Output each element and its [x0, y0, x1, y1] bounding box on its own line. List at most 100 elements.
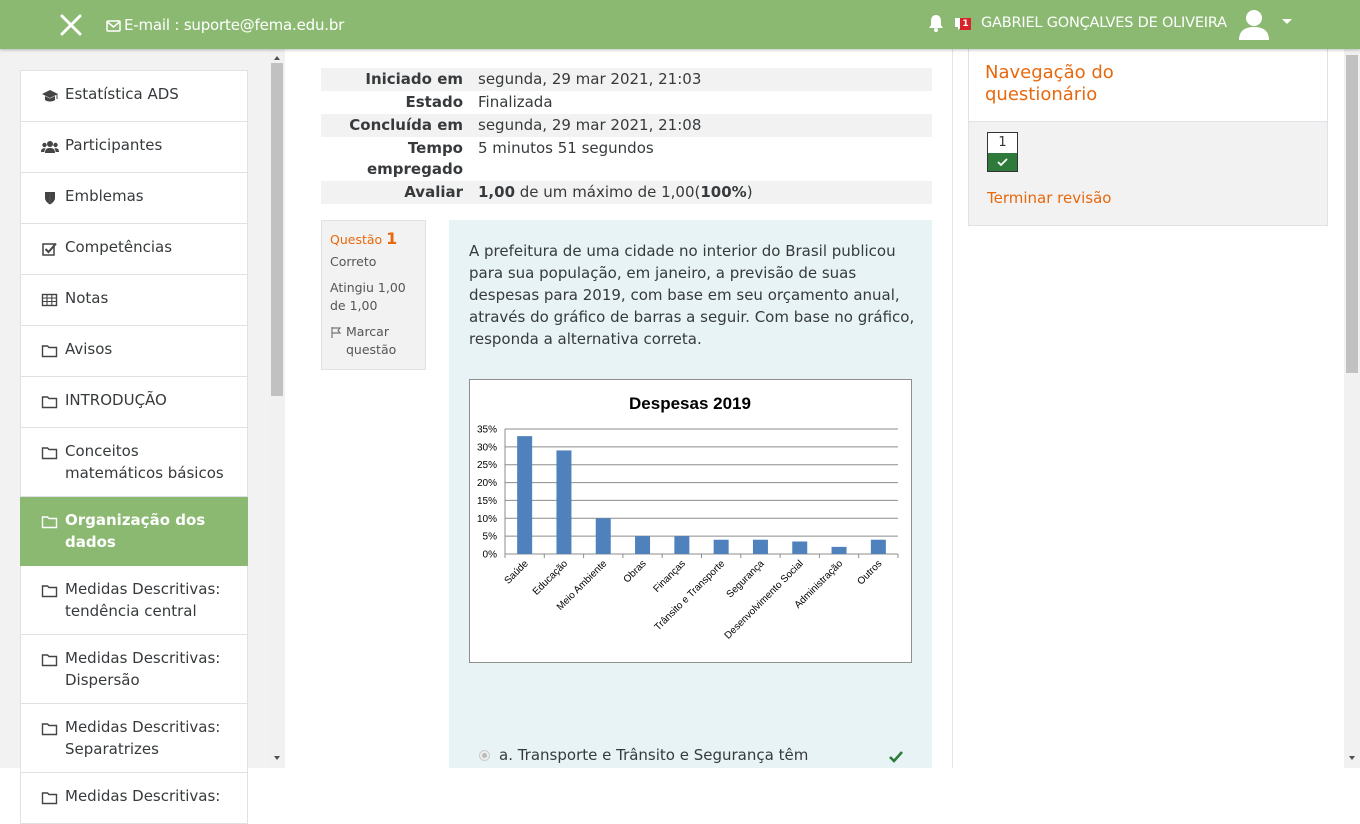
question-number-value: 1 [386, 229, 398, 248]
chart-x-tick-label: Finanças [652, 558, 688, 594]
sidebar-item-label: Estatística ADS [65, 85, 179, 103]
bell-icon[interactable] [928, 14, 944, 36]
summary-value: segunda, 29 mar 2021, 21:03 [478, 70, 702, 88]
summary-row-completed: Concluída em segunda, 29 mar 2021, 21:08 [321, 114, 932, 137]
page-scrollbar-thumb[interactable] [1346, 55, 1358, 373]
avatar[interactable] [1236, 6, 1272, 46]
answer-option-a[interactable]: a. Transporte e Trânsito e Segurança têm [479, 746, 808, 764]
sidebar-item-label: Medidas Descritivas: Dispersão [65, 649, 221, 689]
summary-label: Iniciado em [365, 70, 463, 88]
summary-row-time: Tempo empregado 5 minutos 51 segundos [321, 137, 932, 181]
user-menu-caret-icon[interactable] [1282, 19, 1292, 24]
sidebar-item-label: Medidas Descritivas: [65, 787, 221, 805]
folder-icon [41, 342, 59, 364]
chart-y-tick-label: 30% [477, 442, 497, 453]
summary-label: Tempo empregado [366, 139, 463, 178]
folder-icon [41, 789, 59, 811]
chart-bar [674, 536, 690, 554]
sidebar-item[interactable]: Medidas Descritivas: [20, 773, 248, 824]
summary-value: segunda, 29 mar 2021, 21:08 [478, 116, 702, 134]
sidebar-item[interactable]: Conceitos matemáticos básicos [20, 428, 248, 497]
sidebar-item[interactable]: INTRODUÇÃO [20, 377, 248, 428]
chart-bar [635, 536, 651, 554]
flag-question-link[interactable]: Marcar questão [330, 323, 417, 359]
summary-label: Avaliar [404, 183, 463, 201]
sidebar-item-label: INTRODUÇÃO [65, 391, 167, 409]
sidebar-item[interactable]: Notas [20, 275, 248, 326]
chart-y-tick-label: 10% [477, 514, 497, 525]
page-scroll-down-arrow-icon[interactable] [1349, 756, 1355, 760]
table-icon [41, 291, 59, 313]
close-drawer-icon[interactable] [58, 12, 84, 38]
chart-y-tick-label: 15% [477, 496, 497, 507]
sidebar-item-label: Medidas Descritivas: Separatrizes [65, 718, 221, 758]
question-content: A prefeitura de uma cidade no interior d… [449, 220, 932, 768]
chart-bar [831, 546, 847, 554]
chart-bar [752, 539, 768, 554]
grade-close: ) [746, 183, 753, 201]
sidebar-item-label: Competências [65, 238, 173, 256]
folder-icon [41, 651, 59, 673]
correct-marker [988, 153, 1017, 171]
folder-icon [41, 513, 59, 535]
support-email[interactable]: E-mail : suporte@fema.edu.br [106, 16, 344, 34]
chart-x-tick-label: Educação [531, 558, 571, 598]
question-1-button[interactable]: 1 [987, 132, 1018, 172]
sidebar-item[interactable]: Organização dos dados [20, 497, 248, 566]
grade-text: de um máximo de 1,00( [515, 183, 701, 201]
drawer-scrollbar-thumb[interactable] [271, 63, 283, 396]
folder-icon [41, 720, 59, 742]
checkbox-icon [41, 240, 59, 262]
quiz-navigation-block: Navegação do questionário 1 Terminar rev… [968, 49, 1328, 226]
quiz-nav-title: Navegação do questionário [985, 62, 1114, 105]
summary-row-started: Iniciado em segunda, 29 mar 2021, 21:03 [321, 68, 932, 91]
sidebar-item[interactable]: Medidas Descritivas: Separatrizes [20, 704, 248, 773]
folder-icon [41, 582, 59, 604]
grade-value: 1,00 [478, 183, 516, 201]
summary-row-grade: Avaliar 1,00 de um máximo de 1,00(100%) [321, 181, 932, 204]
course-nav-list: Estatística ADS Participantes Emblemas Comp… [20, 70, 248, 824]
sidebar-item-label: Avisos [65, 340, 113, 358]
question-number: Questão 1 [330, 230, 417, 249]
quiz-nav-body: 1 Terminar revisão [969, 121, 1327, 225]
finish-review-link[interactable]: Terminar revisão [987, 189, 1111, 207]
chart-bar [870, 539, 886, 554]
question-label: Questão [330, 232, 383, 247]
chart-bar [595, 518, 611, 554]
sidebar-item[interactable]: Medidas Descritivas: tendência central [20, 566, 248, 635]
scroll-up-arrow-icon[interactable] [274, 56, 280, 60]
chart-svg: Despesas 2019 0% 5% 10% 15% 20% 25% 30% 35% Saúde… [477, 394, 899, 642]
answer-text: a. Transporte e Trânsito e Segurança têm [499, 746, 809, 764]
scroll-down-arrow-icon[interactable] [274, 756, 280, 760]
summary-value: 5 minutos 51 segundos [478, 139, 654, 157]
question-text: A prefeitura de uma cidade no interior d… [469, 242, 915, 348]
envelope-icon [106, 20, 121, 32]
chart-x-tick-label: Desenvolvimento Social [723, 558, 806, 641]
user-name[interactable]: GABRIEL GONÇALVES DE OLIVEIRA [981, 15, 1227, 31]
folder-icon [41, 393, 59, 415]
correct-check-icon [889, 748, 903, 767]
chart-title: Despesas 2019 [629, 394, 751, 413]
flag-icon [331, 327, 342, 338]
support-email-text: E-mail : suporte@fema.edu.br [124, 16, 345, 34]
summary-value: 1,00 de um máximo de 1,00(100%) [471, 182, 932, 203]
question-button-number: 1 [998, 135, 1007, 150]
sidebar-item[interactable]: Participantes [20, 122, 248, 173]
column-divider [952, 49, 953, 768]
sidebar-item-label: Conceitos matemáticos básicos [65, 442, 224, 482]
chart-bar [517, 436, 533, 554]
flag-question-text: Marcar questão [346, 324, 397, 357]
sidebar-item[interactable]: Emblemas [20, 173, 248, 224]
sidebar-item-label: Emblemas [65, 187, 144, 205]
top-navbar: E-mail : suporte@fema.edu.br 1 GABRIEL G… [0, 0, 1360, 49]
chart-x-tick-label: Trânsito e Transporte [653, 558, 728, 633]
graduation-cap-icon [41, 87, 59, 109]
sidebar-item[interactable]: Competências [20, 224, 248, 275]
answer-radio[interactable] [479, 749, 490, 761]
sidebar-item[interactable]: Estatística ADS [20, 70, 248, 122]
sidebar-item[interactable]: Medidas Descritivas: Dispersão [20, 635, 248, 704]
sidebar-item[interactable]: Avisos [20, 326, 248, 377]
chart-bar [713, 539, 729, 554]
summary-label: Concluída em [349, 116, 463, 134]
chart-y-tick-label: 25% [477, 460, 497, 471]
